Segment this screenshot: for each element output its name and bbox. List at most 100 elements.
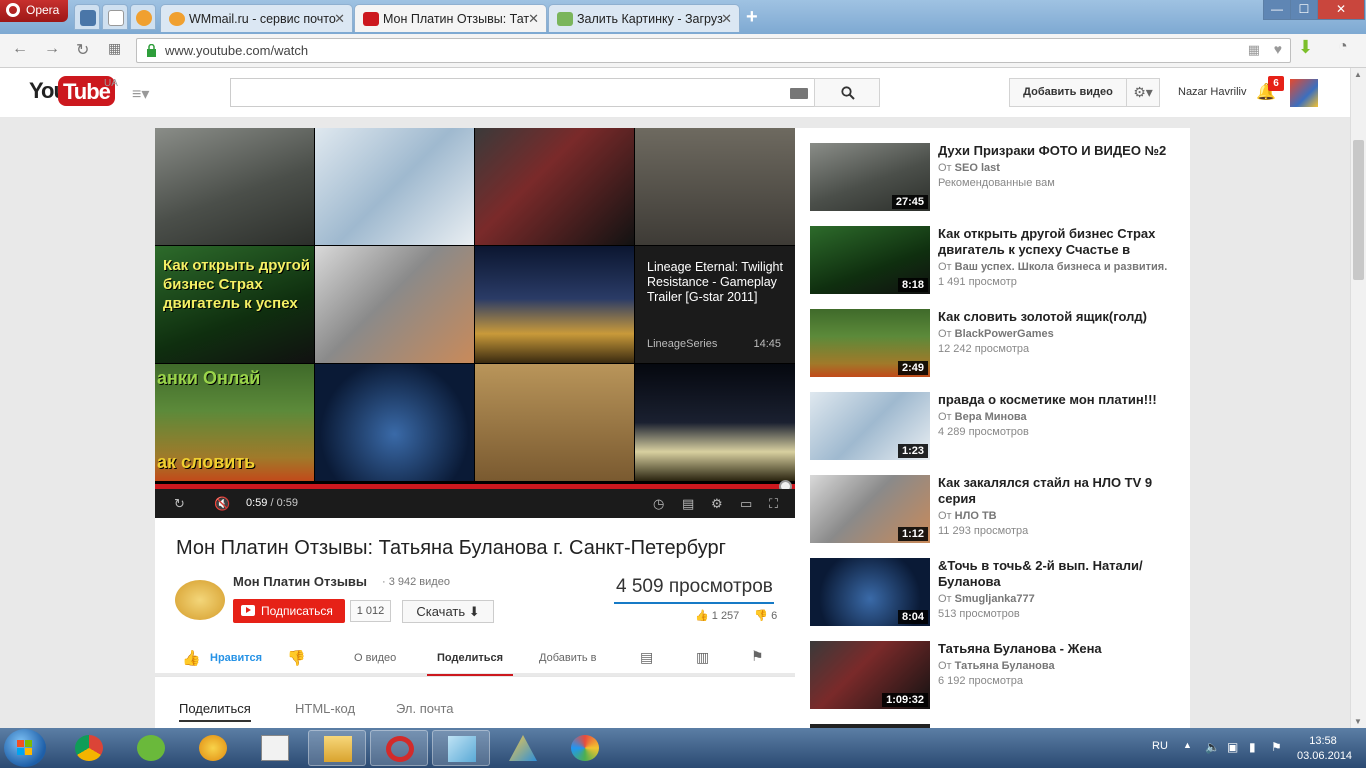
- related-thumbnail[interactable]: 1:23: [810, 392, 930, 460]
- notification-count-badge[interactable]: 6: [1268, 76, 1284, 91]
- opera-menu-button[interactable]: Opera: [0, 0, 68, 22]
- forward-icon[interactable]: →: [44, 40, 60, 58]
- tab-close-icon[interactable]: ✕: [334, 11, 345, 27]
- reload-icon[interactable]: ↻: [76, 40, 89, 60]
- tray-expand-icon[interactable]: ▲: [1183, 740, 1192, 750]
- flag-icon[interactable]: ⚑: [1271, 740, 1282, 754]
- download-arrow-icon[interactable]: ⬇: [1298, 37, 1313, 58]
- pinned-tab-vk[interactable]: [74, 4, 100, 30]
- back-icon[interactable]: ←: [12, 40, 28, 58]
- endscreen-video-lab[interactable]: [315, 128, 474, 245]
- scroll-down-icon[interactable]: ▼: [1354, 717, 1362, 726]
- theater-mode-icon[interactable]: ▭: [740, 496, 752, 512]
- related-video[interactable]: 2:49 Как словить золотой ящик(голд) От B…: [810, 309, 1180, 379]
- related-video[interactable]: 1:12 Как закалялся стайл на НЛО TV 9 сер…: [810, 475, 1180, 545]
- related-title[interactable]: Как закалялся стайл на НЛО TV 9 серия: [938, 475, 1178, 507]
- channel-link[interactable]: Вера Минова: [955, 411, 1027, 423]
- tab-youtube[interactable]: Мон Платин Отзывы: Тат ✕: [354, 4, 547, 32]
- search-button[interactable]: [814, 78, 880, 107]
- scroll-up-icon[interactable]: ▲: [1354, 70, 1362, 79]
- report-flag-icon[interactable]: ⚑: [751, 648, 764, 665]
- taskbar-aimp[interactable]: [184, 730, 242, 766]
- endscreen-video-cartoon[interactable]: [475, 364, 634, 481]
- dislike-icon[interactable]: 👎: [287, 649, 306, 667]
- channel-name[interactable]: Мон Платин Отзывы: [233, 574, 367, 589]
- endscreen-video-palace[interactable]: [475, 246, 634, 363]
- system-clock[interactable]: 13:58 03.06.2014: [1297, 734, 1352, 764]
- endscreen-featured-video[interactable]: Lineage Eternal: Twilight Resistance - G…: [635, 246, 795, 363]
- replay-icon[interactable]: ↻: [174, 496, 185, 512]
- channel-link[interactable]: Smugljanka777: [955, 593, 1035, 605]
- taskbar-chrome[interactable]: [60, 730, 118, 766]
- fullscreen-icon[interactable]: ⛶: [769, 496, 778, 512]
- network-icon[interactable]: ▣: [1227, 740, 1238, 754]
- related-thumbnail[interactable]: 1:12: [810, 475, 930, 543]
- keyboard-icon[interactable]: [790, 88, 808, 99]
- channel-link[interactable]: Ваш успех. Школа бизнеса и развития.: [955, 261, 1168, 273]
- maximize-button[interactable]: ☐: [1290, 0, 1318, 20]
- related-title[interactable]: &Точь в точь& 2-й вып. Натали/ Буланова: [938, 558, 1178, 590]
- related-title[interactable]: правда о косметике мон платин!!!: [938, 392, 1178, 408]
- guide-menu-icon[interactable]: ≡▾: [132, 84, 149, 104]
- endscreen-video-show[interactable]: [315, 246, 474, 363]
- tab-about[interactable]: О видео: [354, 652, 396, 664]
- upload-button[interactable]: Добавить видео: [1009, 78, 1127, 107]
- endscreen-video-interview[interactable]: [475, 128, 634, 245]
- tab-share[interactable]: Поделиться: [437, 652, 503, 664]
- tab-close-icon[interactable]: ✕: [528, 11, 539, 27]
- related-video[interactable]: 1:23 правда о косметике мон платин!!! От…: [810, 392, 1180, 462]
- new-tab-button[interactable]: +: [746, 6, 758, 29]
- related-thumbnail[interactable]: 8:04: [810, 558, 930, 626]
- channel-link[interactable]: SEO last: [955, 162, 1000, 174]
- related-thumbnail[interactable]: 2:49: [810, 309, 930, 377]
- language-indicator[interactable]: RU: [1152, 740, 1168, 752]
- taskbar-utorrent[interactable]: [122, 730, 180, 766]
- tab-close-icon[interactable]: ✕: [721, 11, 732, 27]
- share-tab-embed[interactable]: HTML-код: [295, 701, 355, 716]
- bookmarks-grid-icon[interactable]: ▦: [1248, 42, 1260, 58]
- related-title[interactable]: Духи Призраки ФОТО И ВИДЕО №2: [938, 143, 1178, 159]
- download-button[interactable]: Скачать ⬇: [402, 600, 494, 623]
- share-tab-share[interactable]: Поделиться: [179, 701, 251, 722]
- like-icon[interactable]: 👍: [182, 649, 201, 667]
- endscreen-video-business[interactable]: Как открыть другой бизнес Страх двигател…: [155, 246, 314, 363]
- taskbar-explorer[interactable]: [308, 730, 366, 766]
- subscribe-button[interactable]: Подписаться: [233, 599, 345, 623]
- related-video[interactable]: 1:09:32 Татьяна Буланова - Жена От Татья…: [810, 641, 1180, 711]
- statistics-icon[interactable]: ▥: [696, 649, 709, 666]
- video-player[interactable]: Как открыть другой бизнес Страх двигател…: [155, 128, 795, 518]
- user-name[interactable]: Nazar Havriliv: [1178, 86, 1246, 98]
- tab-upload-image[interactable]: Залить Картинку - Загруз ✕: [548, 4, 740, 32]
- heart-icon[interactable]: ♥: [1274, 41, 1282, 57]
- speed-dial-icon[interactable]: ▦: [108, 40, 121, 57]
- channel-link[interactable]: Татьяна Буланова: [955, 660, 1055, 672]
- endscreen-video-concert[interactable]: [315, 364, 474, 481]
- settings-icon[interactable]: ⚙: [711, 496, 723, 512]
- pinned-tab-coin[interactable]: [130, 4, 156, 30]
- endscreen-video-traffic[interactable]: [635, 128, 795, 245]
- taskbar-opera[interactable]: [370, 730, 428, 766]
- transcript-icon[interactable]: ▤: [640, 649, 653, 666]
- tab-wmmail[interactable]: WMmail.ru - сервис почто ✕: [160, 4, 353, 32]
- settings-gear-button[interactable]: ⚙▾: [1126, 78, 1160, 107]
- related-video[interactable]: 8:04 &Точь в точь& 2-й вып. Натали/ Була…: [810, 558, 1180, 628]
- power-icon[interactable]: ▮: [1249, 740, 1256, 754]
- endscreen-video-ghost[interactable]: [155, 128, 314, 245]
- captions-icon[interactable]: ▤: [682, 496, 694, 512]
- pinned-tab-gift[interactable]: [102, 4, 128, 30]
- related-video[interactable]: 27:45 Духи Призраки ФОТО И ВИДЕО №2 От S…: [810, 143, 1180, 213]
- channel-link[interactable]: BlackPowerGames: [955, 328, 1054, 340]
- taskbar-paint[interactable]: [556, 730, 614, 766]
- channel-link[interactable]: НЛО ТВ: [955, 510, 997, 522]
- volume-icon[interactable]: 🔈: [1205, 740, 1220, 754]
- related-thumbnail[interactable]: 27:45: [810, 143, 930, 211]
- start-button[interactable]: [4, 729, 46, 767]
- share-tab-email[interactable]: Эл. почта: [396, 701, 454, 716]
- channel-logo[interactable]: [175, 580, 225, 620]
- related-title[interactable]: Татьяна Буланова - Жена: [938, 641, 1178, 657]
- watch-later-icon[interactable]: ◷: [653, 496, 664, 512]
- search-input[interactable]: [230, 78, 815, 107]
- related-thumbnail[interactable]: 1:09:32: [810, 641, 930, 709]
- scrollbar-thumb[interactable]: [1353, 140, 1364, 280]
- address-bar[interactable]: www.youtube.com/watch ▦ ♥: [136, 38, 1291, 63]
